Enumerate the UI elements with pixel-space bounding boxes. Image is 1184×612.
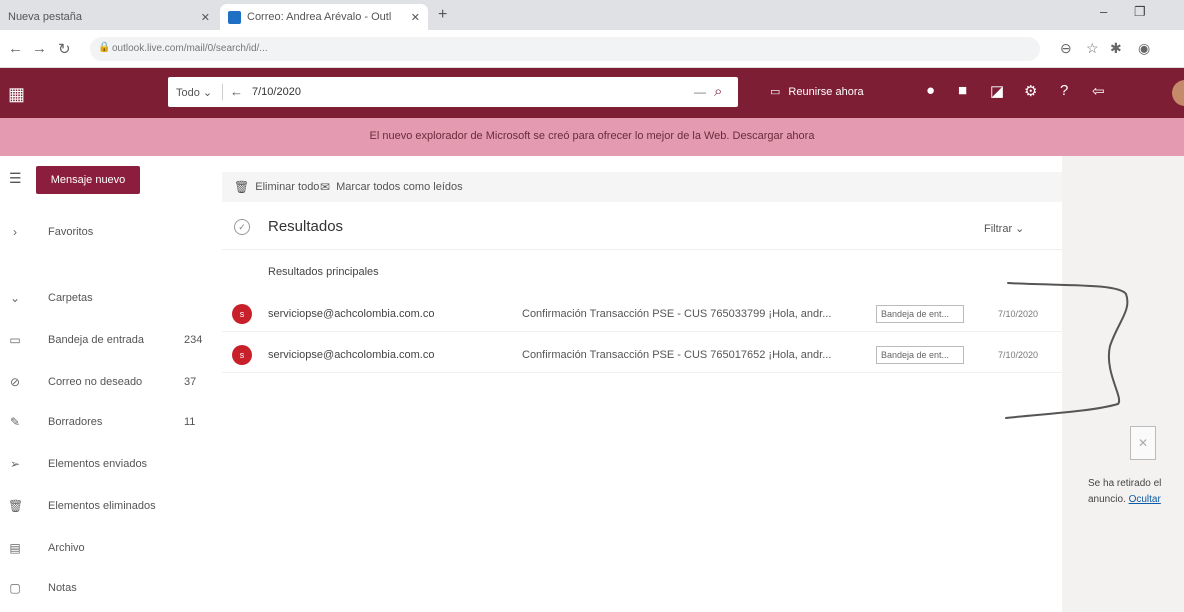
minimize-icon[interactable]: – xyxy=(1100,4,1107,19)
feedback-icon[interactable]: ⇦ xyxy=(1092,82,1105,100)
url-text: outlook.live.com/mail/0/search/id/... xyxy=(112,43,268,54)
unread-count: 11 xyxy=(184,416,196,428)
search-input[interactable]: 7/10/2020 xyxy=(252,86,301,98)
nav-item-favorites[interactable]: › Favoritos xyxy=(0,220,216,246)
unread-count: 234 xyxy=(184,334,203,346)
search-scope-dropdown[interactable]: Todo ⌄ xyxy=(176,86,212,99)
translate-icon[interactable]: ⊖ xyxy=(1060,40,1072,57)
section-label: Resultados principales xyxy=(268,266,379,278)
chevron-down-icon: ⌄ xyxy=(9,291,21,305)
ad-placeholder-icon: ✕ xyxy=(1130,426,1156,460)
send-icon: ➢ xyxy=(9,457,21,471)
new-tab-icon[interactable]: + xyxy=(438,6,447,24)
nav-item-deleted[interactable]: 🗑 Elementos eliminados xyxy=(0,494,216,520)
junk-icon: ⊘ xyxy=(9,375,21,389)
subject-preview: Confirmación Transacción PSE - CUS 76503… xyxy=(522,308,832,320)
message-date: 7/10/2020 xyxy=(998,309,1039,319)
inbox-icon: ▭ xyxy=(9,333,21,347)
video-icon: ▭ xyxy=(770,86,781,98)
app-launcher-icon[interactable]: ▦ xyxy=(8,84,25,105)
nav-item-sent[interactable]: ➢ Elementos enviados xyxy=(0,452,216,478)
star-icon[interactable]: ☆ xyxy=(1086,40,1099,57)
sender: serviciopse@achcolombia.com.co xyxy=(268,349,435,361)
clear-icon[interactable]: — xyxy=(694,85,706,99)
gear-icon[interactable]: ⚙ xyxy=(1024,82,1037,100)
subject-preview: Confirmación Transacción PSE - CUS 76501… xyxy=(522,349,832,361)
folder-badge: Bandeja de ent... xyxy=(876,346,964,364)
tab-title: Correo: Andrea Arévalo - Outl xyxy=(247,11,392,23)
trash-icon: 🗑 xyxy=(8,499,24,513)
chevron-right-icon: › xyxy=(13,225,17,239)
unread-count: 37 xyxy=(184,376,197,388)
folder-badge: Bandeja de ent... xyxy=(876,305,964,323)
outlook-header: ▦ Todo ⌄ ← 7/10/2020 — ⌕ ▭ Reunirse ahor… xyxy=(0,68,1184,118)
nav-item-inbox[interactable]: ▭ Bandeja de entrada 234 xyxy=(0,328,216,354)
close-icon[interactable]: ✕ xyxy=(201,11,210,24)
folder-pane: ☰ Mensaje nuevo › Favoritos ⌄ Carpetas ▭… xyxy=(0,156,216,612)
message-date: 7/10/2020 xyxy=(998,350,1039,360)
browser-tabstrip: Nueva pestaña ✕ Correo: Andrea Arévalo -… xyxy=(0,0,1184,30)
forward-arrow-icon[interactable]: → xyxy=(32,40,47,57)
message-row[interactable]: s serviciopse@achcolombia.com.co Confirm… xyxy=(222,296,1062,332)
command-bar: 🗑 Eliminar todo ✉ Marcar todos como leíd… xyxy=(222,172,1062,202)
back-arrow-icon[interactable]: ← xyxy=(8,40,23,57)
avatar: s xyxy=(232,345,252,365)
meet-now-button[interactable]: ▭ Reunirse ahora xyxy=(770,85,864,99)
help-icon[interactable]: ? xyxy=(1060,82,1068,99)
hide-ad-link[interactable]: Ocultar xyxy=(1129,494,1161,505)
pencil-icon: ✎ xyxy=(9,415,21,429)
nav-item-drafts[interactable]: ✎ Borradores 11 xyxy=(0,410,216,436)
mark-all-read-button[interactable]: ✉ Marcar todos como leídos xyxy=(320,180,463,194)
meet-now-label: Reunirse ahora xyxy=(788,85,864,98)
lock-icon: 🔒 xyxy=(98,42,111,53)
archive-icon: ▤ xyxy=(9,541,21,555)
ad-removed-text: Se ha retirado el xyxy=(1088,478,1162,489)
browser-tab-new[interactable]: Nueva pestaña ✕ xyxy=(0,4,218,30)
nav-item-folders[interactable]: ⌄ Carpetas xyxy=(0,286,216,312)
outlook-icon xyxy=(228,10,241,24)
divider xyxy=(222,84,223,100)
message-row[interactable]: s serviciopse@achcolombia.com.co Confirm… xyxy=(222,337,1062,373)
select-all-icon[interactable]: ✓ xyxy=(234,219,250,235)
back-arrow-icon[interactable]: ← xyxy=(230,84,243,99)
trash-icon: 🗑 xyxy=(234,180,250,194)
restore-icon[interactable]: ❐ xyxy=(1134,4,1146,20)
office-icon[interactable]: ■ xyxy=(958,82,967,99)
nav-item-junk[interactable]: ⊘ Correo no deseado 37 xyxy=(0,370,216,396)
browser-toolbar: ← → ↻ 🔒 outlook.live.com/mail/0/search/i… xyxy=(0,30,1184,68)
promo-banner[interactable]: El nuevo explorador de Microsoft se creó… xyxy=(0,118,1184,156)
ad-removed-line: anuncio. Ocultar xyxy=(1088,494,1161,505)
profile-icon[interactable]: ◉ xyxy=(1138,40,1150,57)
new-message-button[interactable]: Mensaje nuevo xyxy=(36,166,140,194)
ad-pane: ✕ Se ha retirado el anuncio. Ocultar xyxy=(1062,156,1184,612)
browser-tab-outlook[interactable]: Correo: Andrea Arévalo - Outl ✕ xyxy=(220,4,428,30)
notes-icon: ▢ xyxy=(9,581,21,595)
close-icon[interactable]: ✕ xyxy=(411,11,420,24)
reload-icon[interactable]: ↻ xyxy=(58,40,71,58)
search-box[interactable]: Todo ⌄ ← 7/10/2020 — ⌕ xyxy=(168,77,738,107)
megaphone-icon[interactable]: ◪ xyxy=(990,82,1004,100)
results-header: ✓ Resultados Filtrar ⌄ xyxy=(222,206,1062,250)
tab-title: Nueva pestaña xyxy=(8,11,82,23)
avatar[interactable] xyxy=(1172,80,1184,106)
message-list: ✓ Resultados Filtrar ⌄ Resultados princi… xyxy=(222,206,1062,612)
sender: serviciopse@achcolombia.com.co xyxy=(268,308,435,320)
search-icon[interactable]: ⌕ xyxy=(714,83,722,100)
envelope-open-icon: ✉ xyxy=(320,180,331,194)
filter-button[interactable]: Filtrar ⌄ xyxy=(984,222,1024,235)
skype-icon[interactable]: ● xyxy=(926,82,935,99)
address-bar[interactable]: 🔒 outlook.live.com/mail/0/search/id/... xyxy=(90,37,1040,61)
results-title: Resultados xyxy=(268,218,344,235)
nav-item-archive[interactable]: ▤ Archivo xyxy=(0,536,216,562)
delete-all-button[interactable]: 🗑 Eliminar todo xyxy=(234,180,319,194)
outlook-window: Nueva pestaña ✕ Correo: Andrea Arévalo -… xyxy=(0,0,1184,612)
avatar: s xyxy=(232,304,252,324)
nav-item-notes[interactable]: ▢ Notas xyxy=(0,576,216,602)
extensions-icon[interactable]: ✱ xyxy=(1110,40,1122,57)
hamburger-icon[interactable]: ☰ xyxy=(9,170,22,187)
